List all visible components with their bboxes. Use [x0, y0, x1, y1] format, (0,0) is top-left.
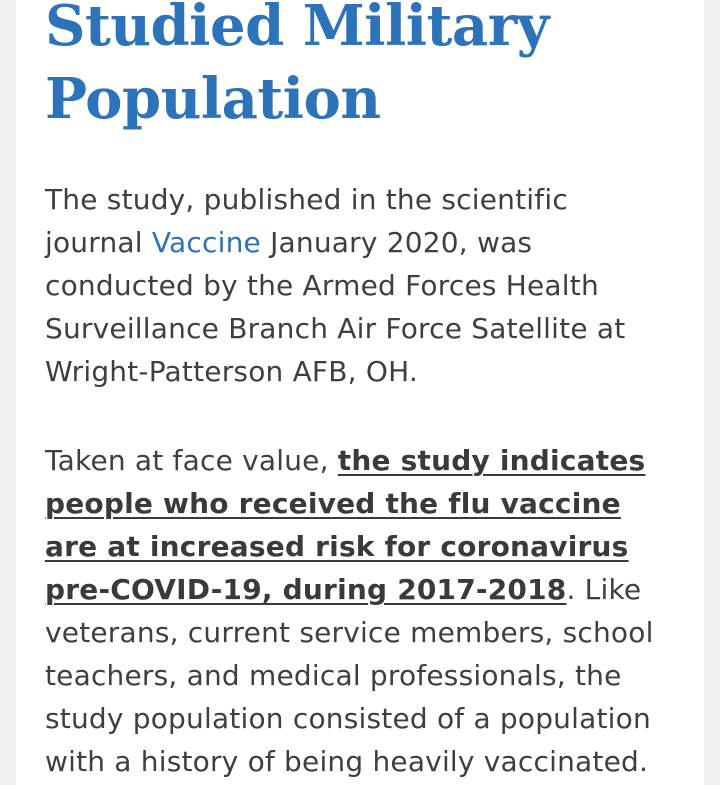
- section-heading-line-1: Studied Military: [45, 0, 549, 59]
- vaccine-journal-link[interactable]: Vaccine: [152, 226, 261, 259]
- section-heading-line-2: Population: [45, 66, 381, 132]
- article-content: Studied Military Population The study, p…: [45, 0, 665, 783]
- paragraph-study-source: The study, published in the scientific j…: [45, 178, 665, 393]
- paragraph-study-findings: Taken at face value, the study indicates…: [45, 439, 665, 783]
- paragraph-2-text-start: Taken at face value,: [45, 444, 338, 477]
- article-card: Studied Military Population The study, p…: [16, 0, 704, 785]
- section-heading: Studied Military Population: [45, 0, 665, 136]
